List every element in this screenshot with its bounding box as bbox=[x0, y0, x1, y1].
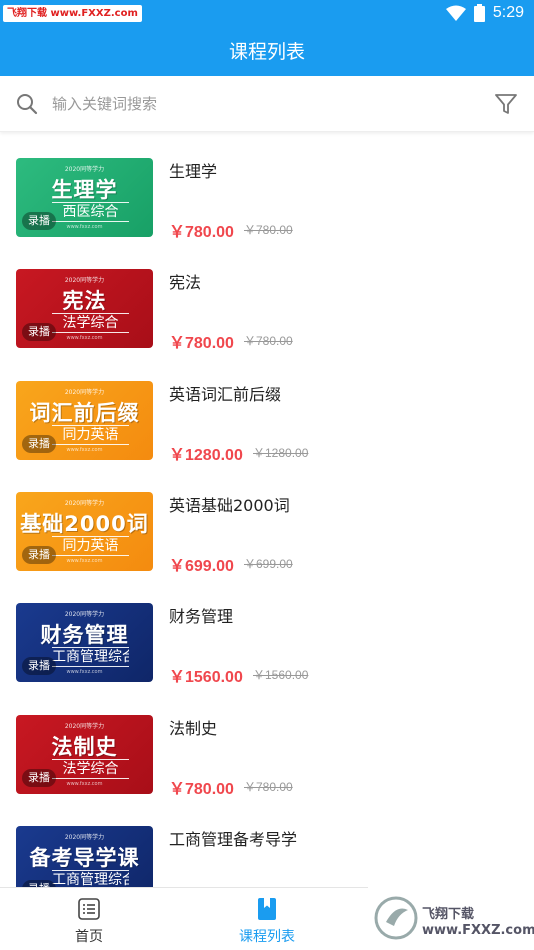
cover-subtitle: 工商管理综合 bbox=[52, 869, 129, 887]
wifi-icon bbox=[445, 5, 466, 21]
cover-tagline: 2020同等学力 bbox=[64, 722, 105, 730]
course-item[interactable]: 2020同等学力 财务管理 工商管理综合 www.fxxz.com 录播 财务管理 ￥156… bbox=[0, 585, 534, 696]
recorded-badge: 录播 bbox=[22, 879, 56, 887]
cover-tagline: 2020同等学力 bbox=[64, 388, 105, 396]
course-cover[interactable]: 2020同等学力 词汇前后缀 同力英语 www.fxxz.com 录播 bbox=[16, 380, 153, 460]
cover-title: 基础2000词 bbox=[20, 511, 149, 536]
watermark-label: 飞翔下载 www.FXXZ.com bbox=[3, 5, 142, 22]
recorded-badge: 录播 bbox=[22, 212, 56, 230]
battery-icon bbox=[473, 4, 485, 22]
course-cover[interactable]: 2020同等学力 宪法 法学综合 www.fxxz.com 录播 bbox=[16, 269, 153, 349]
cover-subtitle: 西医综合 bbox=[52, 202, 129, 222]
recorded-badge: 录播 bbox=[22, 323, 56, 342]
corner-watermark-text: 飞翔下载 www.FXXZ.com bbox=[422, 907, 534, 938]
course-cover[interactable]: 2020同等学力 财务管理 工商管理综合 www.fxxz.com 录播 bbox=[16, 603, 153, 683]
cover-subtitle: 同力英语 bbox=[52, 535, 129, 556]
course-price: ￥699.00 bbox=[169, 557, 234, 575]
course-item[interactable]: 2020同等学力 法制史 法学综合 www.fxxz.com 录播 法制史 ￥780.00 ￥… bbox=[0, 697, 534, 808]
list-icon bbox=[78, 898, 100, 920]
tab-home-label: 首页 bbox=[75, 929, 103, 945]
filter-icon[interactable] bbox=[494, 92, 518, 116]
cover-subtitle: 同力英语 bbox=[52, 424, 129, 445]
original-price: ￥1280.00 bbox=[253, 445, 309, 460]
recorded-badge: 录播 bbox=[22, 434, 56, 453]
course-cover[interactable]: 2020同等学力 法制史 法学综合 www.fxxz.com 录播 bbox=[16, 714, 153, 794]
cover-subtitle: 法学综合 bbox=[52, 758, 129, 779]
cover-title: 词汇前后缀 bbox=[29, 400, 140, 425]
course-list: 2020同等学力 生理学 西医综合 www.fxxz.com 录播 生理学 ￥780.00 ￥… bbox=[0, 140, 534, 887]
course-item[interactable]: 2020同等学力 词汇前后缀 同力英语 www.fxxz.com 录播 英语词汇前后缀 ￥1… bbox=[0, 363, 534, 474]
cover-tagline: 2020同等学力 bbox=[64, 833, 105, 841]
cover-title: 法制史 bbox=[51, 734, 118, 759]
course-item[interactable]: 2020同等学力 宪法 法学综合 www.fxxz.com 录播 宪法 ￥780.00 ￥78… bbox=[0, 251, 534, 362]
original-price: ￥699.00 bbox=[244, 556, 293, 571]
original-price: ￥780.00 bbox=[244, 334, 293, 349]
page-header: 课程列表 bbox=[0, 28, 534, 76]
tab-home[interactable]: 首页 bbox=[0, 888, 178, 950]
course-price: ￥1280.00 bbox=[169, 446, 243, 464]
course-cover[interactable]: 2020同等学力备考导学课工商管理综合www.fxxz.com录播 bbox=[16, 825, 153, 887]
recorded-badge: 录播 bbox=[22, 657, 56, 676]
cover-title: 财务管理 bbox=[40, 623, 129, 648]
search-icon[interactable] bbox=[16, 93, 38, 115]
course-title: 英语基础2000词 bbox=[169, 495, 290, 515]
corner-watermark: 飞翔下载 www.FXXZ.com bbox=[368, 887, 534, 949]
status-bar: 飞翔下载 www.FXXZ.com 5:29 bbox=[0, 0, 534, 28]
course-price: ￥780.00 bbox=[169, 335, 234, 353]
original-price: ￥780.00 bbox=[244, 779, 293, 794]
bookmark-icon bbox=[258, 898, 276, 920]
cover-title: 宪法 bbox=[62, 289, 107, 314]
cover-title: 生理学 bbox=[51, 178, 118, 202]
course-title: 生理学 bbox=[169, 162, 218, 181]
recorded-badge: 录播 bbox=[22, 545, 56, 564]
tab-course-list[interactable]: 课程列表 bbox=[178, 888, 356, 950]
course-price: ￥780.00 bbox=[169, 224, 234, 241]
cover-tagline: 2020同等学力 bbox=[64, 277, 105, 285]
course-item[interactable]: 2020同等学力备考导学课工商管理综合www.fxxz.com录播工商管理备考导… bbox=[0, 808, 534, 887]
original-price: ￥780.00 bbox=[244, 223, 293, 237]
course-price: ￥1560.00 bbox=[169, 669, 243, 687]
cover-subtitle: 工商管理综合 bbox=[52, 647, 129, 668]
course-item[interactable]: 2020同等学力 基础2000词 同力英语 www.fxxz.com 录播 英语基础200… bbox=[0, 474, 534, 585]
cover-tagline: 2020同等学力 bbox=[64, 499, 105, 507]
course-price: ￥780.00 bbox=[169, 780, 234, 798]
course-title: 英语词汇前后缀 bbox=[169, 384, 282, 404]
tab-course-list-label: 课程列表 bbox=[239, 929, 295, 945]
status-icons: 5:29 bbox=[445, 4, 524, 22]
page-title: 课程列表 bbox=[228, 41, 305, 63]
course-title: 宪法 bbox=[169, 273, 202, 293]
course-cover[interactable]: 2020同等学力 生理学 西医综合 www.fxxz.com 录播 bbox=[16, 158, 153, 237]
recorded-badge: 录播 bbox=[22, 768, 56, 787]
watermark-logo-icon bbox=[374, 896, 418, 940]
course-item[interactable]: 2020同等学力 生理学 西医综合 www.fxxz.com 录播 生理学 ￥780.00 ￥… bbox=[0, 140, 534, 251]
search-bar bbox=[0, 76, 534, 132]
original-price: ￥1560.00 bbox=[253, 668, 309, 683]
cover-tagline: 2020同等学力 bbox=[64, 166, 105, 173]
cover-title: 备考导学课 bbox=[29, 845, 140, 870]
course-title: 财务管理 bbox=[169, 607, 234, 627]
status-time: 5:29 bbox=[492, 4, 524, 21]
course-title: 工商管理备考导学 bbox=[169, 829, 298, 849]
search-input[interactable] bbox=[52, 88, 452, 120]
cover-subtitle: 法学综合 bbox=[52, 313, 129, 334]
course-cover[interactable]: 2020同等学力 基础2000词 同力英语 www.fxxz.com 录播 bbox=[16, 491, 153, 571]
cover-tagline: 2020同等学力 bbox=[64, 611, 105, 619]
course-title: 法制史 bbox=[169, 718, 218, 738]
